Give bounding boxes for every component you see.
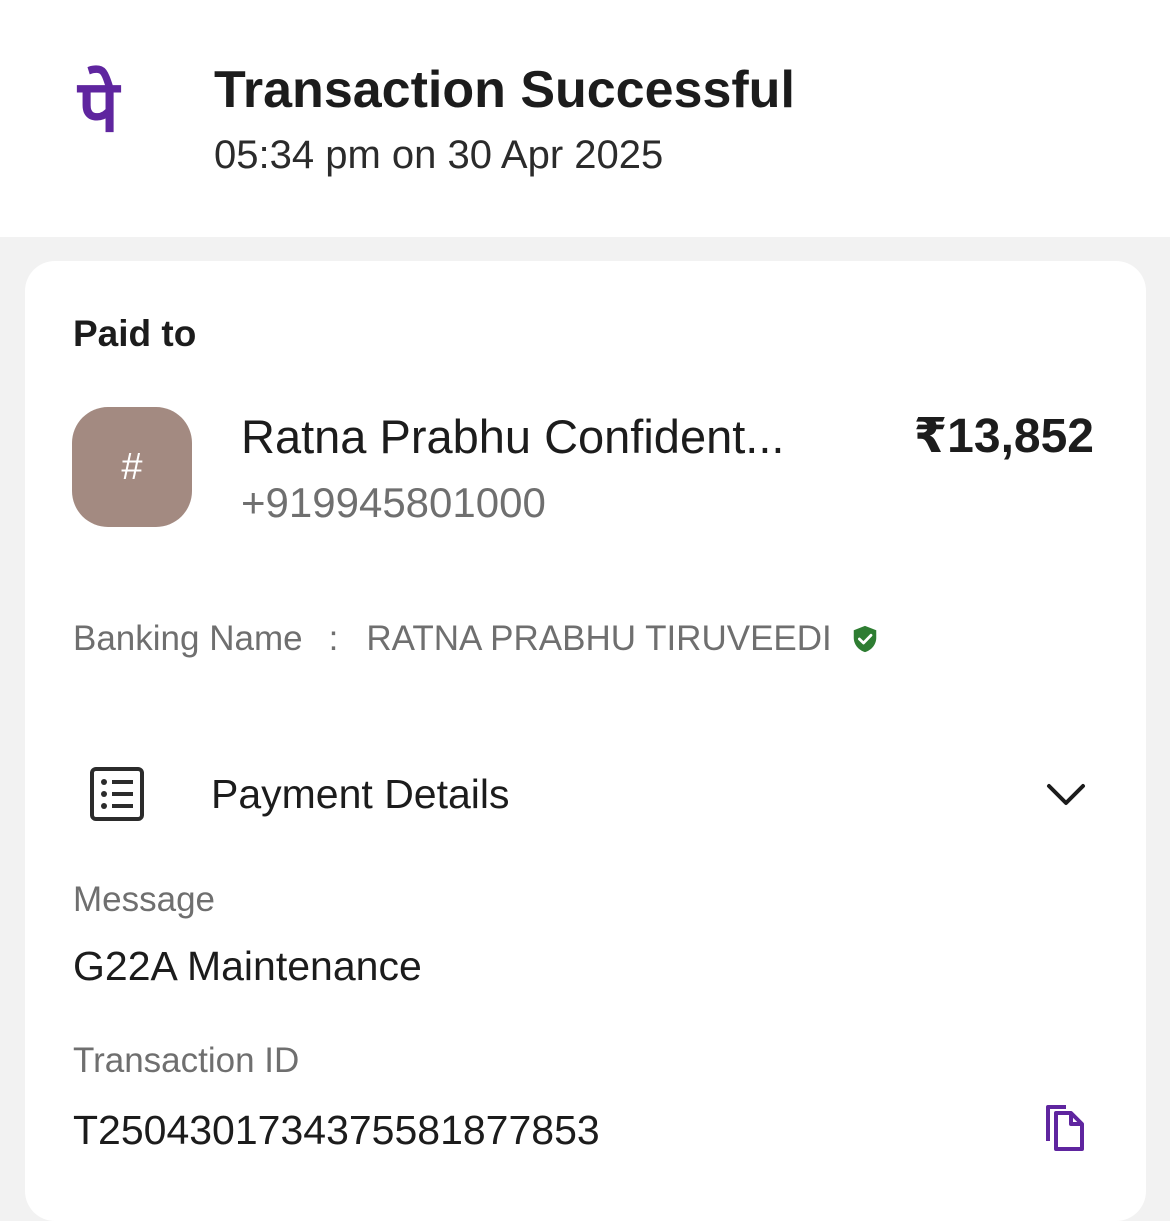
amount: ₹13,852 [913,410,1094,463]
phonepe-logo: पे [78,64,119,148]
banking-separator: : [328,619,339,658]
banking-name-value: RATNA PRABHU TIRUVEEDI [366,619,832,658]
message-label: Message [73,880,216,919]
payee-name: Ratna Prabhu Confident... [241,410,785,463]
payment-details-toggle[interactable]: Payment Details [211,769,510,819]
transaction-card: Paid to # Ratna Prabhu Confident... +919… [25,261,1146,1221]
verified-shield-icon [853,625,877,653]
payee-phone: +919945801000 [241,479,546,526]
message-value: G22A Maintenance [73,943,422,989]
transaction-id-value: T2504301734375581877853 [73,1107,600,1153]
payee-avatar: # [72,407,192,527]
transaction-id-label: Transaction ID [73,1041,300,1080]
header: पे Transaction Successful 05:34 pm on 30… [0,0,1170,237]
banking-name-label: Banking Name [73,619,303,658]
copy-icon[interactable] [1042,1104,1088,1154]
chevron-down-icon[interactable] [1046,781,1086,809]
page-title: Transaction Successful [214,61,795,119]
banking-name-row: Banking Name : RATNA PRABHU TIRUVEEDI [73,617,880,661]
paid-to-label: Paid to [73,313,197,354]
transaction-datetime: 05:34 pm on 30 Apr 2025 [214,133,664,177]
receipt-list-icon[interactable] [89,766,145,822]
payee-avatar-text: # [121,445,143,488]
